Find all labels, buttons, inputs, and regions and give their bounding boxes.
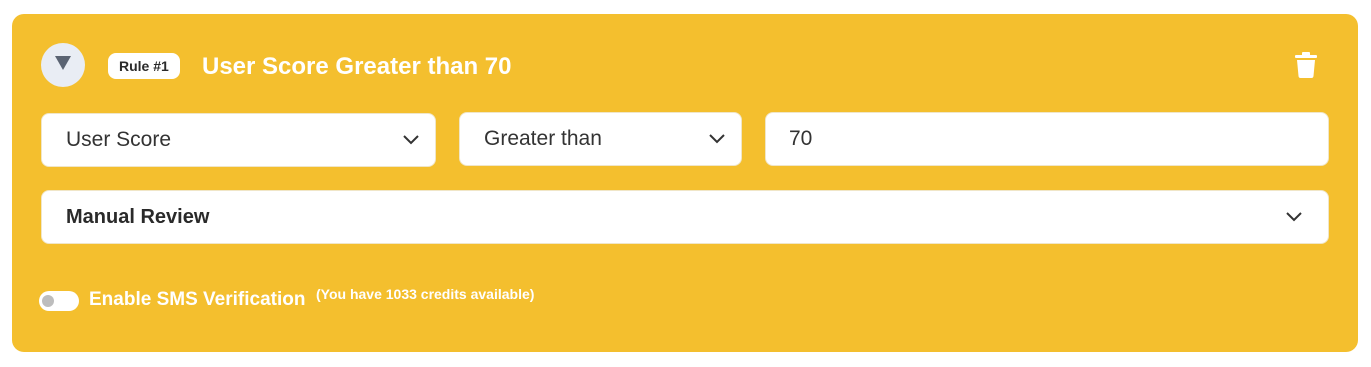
chevron-down-icon — [1284, 207, 1304, 227]
delete-rule-button[interactable] — [1294, 52, 1318, 78]
chevron-down-icon — [401, 130, 421, 150]
triangle-down-icon — [54, 55, 72, 76]
rule-card: Rule #1 User Score Greater than 70 User … — [12, 14, 1358, 352]
sms-credits-note: (You have 1033 credits available) — [316, 286, 535, 302]
trash-icon — [1294, 52, 1318, 82]
chevron-down-icon — [707, 129, 727, 149]
rule-title: User Score Greater than 70 — [202, 53, 512, 80]
collapse-button[interactable] — [41, 43, 85, 87]
toggle-knob — [42, 295, 54, 307]
action-value: Manual Review — [66, 205, 210, 228]
condition-threshold-input[interactable]: 70 — [765, 112, 1329, 166]
rule-badge: Rule #1 — [108, 53, 180, 79]
condition-field-select[interactable]: User Score — [41, 113, 436, 167]
condition-field-value: User Score — [66, 128, 172, 151]
condition-operator-value: Greater than — [484, 127, 602, 150]
sms-verification-toggle[interactable] — [39, 291, 79, 311]
condition-operator-select[interactable]: Greater than — [459, 112, 742, 166]
condition-threshold-value: 70 — [789, 127, 813, 150]
sms-verification-label: Enable SMS Verification — [89, 289, 306, 310]
action-select[interactable]: Manual Review — [41, 190, 1329, 244]
